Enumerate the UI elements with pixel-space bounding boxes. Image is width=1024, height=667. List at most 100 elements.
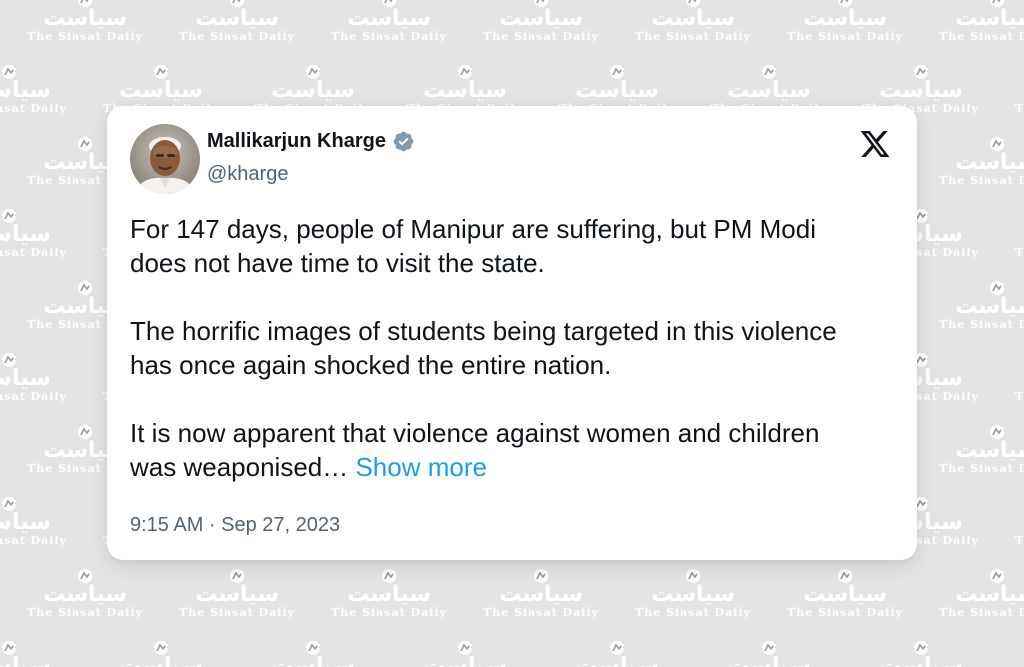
watermark-urdu: سیاست <box>43 582 127 607</box>
watermark-name: The Siasat Daily <box>1015 102 1024 115</box>
watermark-tile: سیاستThe Siasat Daily <box>932 424 1024 476</box>
watermark-tile: سیاستThe Siasat Daily <box>0 64 74 116</box>
show-more-link[interactable]: Show more <box>355 452 487 482</box>
watermark-urdu: سیاست <box>271 78 355 103</box>
watermark-urdu: سیاست <box>955 6 1024 31</box>
handle[interactable]: @kharge <box>207 163 288 186</box>
watermark-urdu: سیاست <box>195 6 279 31</box>
watermark-tile: سیاستThe Siasat Daily <box>1008 352 1024 404</box>
watermark-urdu: سیاست <box>271 654 355 667</box>
watermark-urdu: سیاست <box>651 582 735 607</box>
watermark-tile: سیاستThe Siasat Daily <box>856 640 986 667</box>
watermark-urdu: سیاست <box>1008 80 1024 102</box>
author-name[interactable]: Mallikarjun Kharge <box>207 130 386 153</box>
avatar[interactable] <box>130 124 200 194</box>
watermark-name: The Siasat Daily <box>1015 390 1024 403</box>
watermark-tile: سیاستThe Siasat Daily <box>172 568 302 620</box>
watermark-name: The Siasat Daily <box>1015 534 1024 547</box>
watermark-name: The Siasat Daily <box>27 30 143 43</box>
watermark-urdu: سیاست <box>0 510 51 535</box>
tweet-paragraph-1: For 147 days, people of Manipur are suff… <box>130 214 817 278</box>
watermark-urdu: سیاست <box>803 582 887 607</box>
watermark-tile: سیاستThe Siasat Daily <box>1008 64 1024 116</box>
author-name-row[interactable]: Mallikarjun Kharge <box>207 130 415 153</box>
watermark-name: The Siasat Daily <box>483 30 599 43</box>
watermark-urdu: سیاست <box>955 294 1024 319</box>
watermark-name: The Siasat Daily <box>331 606 447 619</box>
watermark-tile: سیاستThe Siasat Daily <box>172 0 302 44</box>
watermark-tile: سیاستThe Siasat Daily <box>20 568 150 620</box>
watermark-tile: سیاستThe Siasat Daily <box>400 640 530 667</box>
watermark-name: The Siasat Daily <box>939 174 1024 187</box>
tweet-card: Mallikarjun Kharge @kharge For 147 days,… <box>107 106 917 560</box>
watermark-urdu: سیاست <box>43 6 127 31</box>
watermark-name: The Siasat Daily <box>787 606 903 619</box>
watermark-urdu: سیاست <box>0 222 51 247</box>
watermark-tile: سیاستThe Siasat Daily <box>20 0 150 44</box>
watermark-urdu: سیاست <box>0 366 51 391</box>
watermark-urdu: سیاست <box>879 654 963 667</box>
watermark-name: The Siasat Daily <box>331 30 447 43</box>
watermark-urdu: سیاست <box>423 78 507 103</box>
x-logo-icon[interactable] <box>859 128 891 160</box>
watermark-urdu: سیاست <box>347 582 431 607</box>
watermark-tile: سیاستThe Siasat Daily <box>96 640 226 667</box>
watermark-urdu: سیاست <box>0 654 51 667</box>
watermark-name: The Siasat Daily <box>483 606 599 619</box>
watermark-name: The Siasat Daily <box>939 606 1024 619</box>
verified-badge-icon <box>393 131 414 152</box>
watermark-name: The Siasat Daily <box>27 606 143 619</box>
watermark-name: The Siasat Daily <box>179 606 295 619</box>
watermark-urdu: سیاست <box>119 78 203 103</box>
watermark-urdu: سیاست <box>0 78 51 103</box>
watermark-name: The Siasat Daily <box>939 318 1024 331</box>
watermark-tile: سیاستThe Siasat Daily <box>1008 640 1024 667</box>
watermark-urdu: سیاست <box>1008 512 1024 534</box>
tweet-paragraph-3: It is now apparent that violence against… <box>130 416 870 484</box>
watermark-urdu: سیاست <box>1008 368 1024 390</box>
watermark-tile: سیاستThe Siasat Daily <box>1008 496 1024 548</box>
watermark-urdu: سیاست <box>955 438 1024 463</box>
tweet-text: For 147 days, people of Manipur are suff… <box>130 212 870 484</box>
tweet-paragraph-2: The horrific images of students being ta… <box>130 316 837 380</box>
watermark-name: The Siasat Daily <box>0 534 67 547</box>
watermark-name: The Siasat Daily <box>179 30 295 43</box>
watermark-urdu: سیاست <box>879 78 963 103</box>
watermark-tile: سیاستThe Siasat Daily <box>780 568 910 620</box>
watermark-urdu: سیاست <box>499 6 583 31</box>
watermark-tile: سیاستThe Siasat Daily <box>476 0 606 44</box>
watermark-name: The Siasat Daily <box>939 462 1024 475</box>
watermark-tile: سیاستThe Siasat Daily <box>628 0 758 44</box>
watermark-urdu: سیاست <box>1008 224 1024 246</box>
watermark-urdu: سیاست <box>499 582 583 607</box>
timestamp[interactable]: 9:15 AM · Sep 27, 2023 <box>130 514 340 537</box>
watermark-tile: سیاستThe Siasat Daily <box>324 568 454 620</box>
watermark-urdu: سیاست <box>575 78 659 103</box>
watermark-tile: سیاستThe Siasat Daily <box>780 0 910 44</box>
watermark-urdu: سیاست <box>803 6 887 31</box>
watermark-tile: سیاستThe Siasat Daily <box>248 640 378 667</box>
watermark-urdu: سیاست <box>347 6 431 31</box>
watermark-tile: سیاستThe Siasat Daily <box>324 0 454 44</box>
watermark-tile: سیاستThe Siasat Daily <box>628 568 758 620</box>
watermark-tile: سیاستThe Siasat Daily <box>0 496 74 548</box>
watermark-name: The Siasat Daily <box>787 30 903 43</box>
watermark-name: The Siasat Daily <box>939 30 1024 43</box>
watermark-name: The Siasat Daily <box>635 606 751 619</box>
watermark-tile: سیاستThe Siasat Daily <box>0 640 74 667</box>
watermark-name: The Siasat Daily <box>635 30 751 43</box>
watermark-urdu: سیاست <box>727 654 811 667</box>
watermark-name: The Siasat Daily <box>0 390 67 403</box>
watermark-tile: سیاستThe Siasat Daily <box>932 0 1024 44</box>
watermark-tile: سیاستThe Siasat Daily <box>932 568 1024 620</box>
watermark-urdu: سیاست <box>651 6 735 31</box>
watermark-name: The Siasat Daily <box>0 102 67 115</box>
watermark-urdu: سیاست <box>955 150 1024 175</box>
watermark-urdu: سیاست <box>727 78 811 103</box>
watermark-tile: سیاستThe Siasat Daily <box>704 640 834 667</box>
watermark-urdu: سیاست <box>575 654 659 667</box>
watermark-urdu: سیاست <box>195 582 279 607</box>
watermark-urdu: سیاست <box>1008 656 1024 667</box>
watermark-tile: سیاستThe Siasat Daily <box>1008 208 1024 260</box>
watermark-tile: سیاستThe Siasat Daily <box>552 640 682 667</box>
